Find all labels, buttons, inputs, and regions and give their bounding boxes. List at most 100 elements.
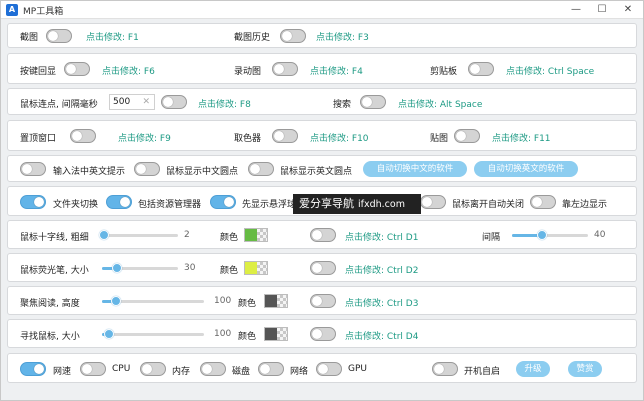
record-toggle[interactable] (272, 62, 298, 76)
search-hotkey[interactable]: 点击修改: Alt Space (398, 97, 482, 110)
record-label: 录动图 (234, 67, 262, 77)
auto-close-toggle[interactable] (420, 195, 446, 209)
folder-switch-toggle[interactable] (20, 195, 46, 209)
history-toggle[interactable] (280, 29, 306, 43)
row-screenshot: 截图 点击修改: F1 截图历史 点击修改: F3 (7, 23, 637, 48)
screenshot-label: 截图 (20, 33, 39, 43)
row-autoclick: 鼠标连点, 间隔毫秒 500 ✕ 点击修改: F8 搜索 点击修改: Alt S… (7, 88, 637, 115)
picker-hotkey[interactable]: 点击修改: F10 (310, 131, 369, 144)
pin-hotkey[interactable]: 点击修改: F9 (118, 131, 171, 144)
focus-height-slider[interactable] (102, 295, 204, 307)
watermark-overlay: 爱分享导航 ifxdh.com (293, 194, 421, 214)
finder-color-label: 颜色 (238, 332, 257, 342)
keyecho-toggle[interactable] (64, 62, 90, 76)
keyecho-hotkey[interactable]: 点击修改: F6 (102, 64, 155, 77)
network-label: 网络 (290, 367, 309, 377)
clear-icon[interactable]: ✕ (142, 95, 150, 109)
finder-toggle[interactable] (310, 327, 336, 341)
memory-toggle[interactable] (140, 362, 166, 376)
pin-toggle[interactable] (70, 129, 96, 143)
highlighter-hotkey[interactable]: 点击修改: Ctrl D2 (345, 263, 418, 276)
autoclick-toggle[interactable] (161, 95, 187, 109)
search-toggle[interactable] (360, 95, 386, 109)
highlighter-color-swatch[interactable] (244, 261, 268, 275)
picker-label: 取色器 (234, 134, 262, 144)
pin-label: 置顶窗口 (20, 134, 57, 144)
gap-label: 间隔 (482, 233, 501, 243)
highlighter-toggle[interactable] (310, 261, 336, 275)
slider-handle[interactable] (112, 263, 123, 273)
paste-hotkey[interactable]: 点击修改: F11 (492, 131, 551, 144)
slider-track (102, 333, 204, 336)
finder-color-swatch[interactable] (264, 327, 288, 341)
history-hotkey[interactable]: 点击修改: F3 (316, 30, 369, 43)
crosshair-color-swatch[interactable] (244, 228, 268, 242)
slider-track (102, 234, 178, 237)
net-speed-toggle[interactable] (20, 362, 46, 376)
ime-toggle[interactable] (20, 162, 46, 176)
slider-handle[interactable] (104, 329, 115, 339)
disk-label: 磁盘 (232, 367, 251, 377)
focus-color-swatch[interactable] (264, 294, 288, 308)
record-hotkey[interactable]: 点击修改: F4 (310, 64, 363, 77)
crosshair-size-value: 2 (184, 230, 190, 240)
row-keyecho: 按键回显 点击修改: F6 录动图 点击修改: F4 剪贴板 点击修改: Ctr… (7, 53, 637, 84)
gap-slider[interactable] (512, 229, 588, 241)
finder-hotkey[interactable]: 点击修改: Ctrl D4 (345, 329, 418, 342)
swatch-color (265, 328, 277, 340)
row-crosshair: 鼠标十字线, 粗细 2 颜色 点击修改: Ctrl D1 间隔 40 (7, 220, 637, 249)
folder-switch-label: 文件夹切换 (53, 200, 99, 210)
row-pin: 置顶窗口 点击修改: F9 取色器 点击修改: F10 贴图 点击修改: F11 (7, 120, 637, 151)
cn-dot-label: 鼠标显示中文圆点 (166, 167, 239, 177)
clipboard-label: 剪贴板 (430, 67, 458, 77)
crosshair-toggle[interactable] (310, 228, 336, 242)
explorer-label: 包括资源管理器 (138, 200, 202, 210)
screenshot-hotkey[interactable]: 点击修改: F1 (86, 30, 139, 43)
slider-handle[interactable] (98, 230, 109, 240)
minimize-button[interactable]: — (563, 1, 589, 19)
crosshair-size-slider[interactable] (98, 229, 178, 241)
autostart-toggle[interactable] (432, 362, 458, 376)
focus-hotkey[interactable]: 点击修改: Ctrl D3 (345, 296, 418, 309)
slider-handle[interactable] (111, 296, 122, 306)
dock-left-toggle[interactable] (530, 195, 556, 209)
autoclick-hotkey[interactable]: 点击修改: F8 (198, 97, 251, 110)
auto-close-label: 鼠标离开自动关闭 (452, 200, 525, 210)
close-button[interactable]: ✕ (615, 1, 641, 19)
interval-value: 500 (113, 97, 131, 107)
network-toggle[interactable] (258, 362, 284, 376)
maximize-button[interactable]: ☐ (589, 1, 615, 19)
screenshot-toggle[interactable] (46, 29, 72, 43)
finder-size-slider[interactable] (102, 328, 204, 340)
auto-cn-apps-button[interactable]: 自动切换中文的软件 (363, 161, 467, 177)
upgrade-button[interactable]: 升级 (516, 361, 550, 377)
picker-toggle[interactable] (272, 129, 298, 143)
row-focus-reading: 聚焦阅读, 高度 100 颜色 点击修改: Ctrl D3 (7, 286, 637, 315)
en-dot-label: 鼠标显示英文圆点 (280, 167, 353, 177)
clipboard-hotkey[interactable]: 点击修改: Ctrl Space (506, 64, 594, 77)
watermark-text: 爱分享导航 (299, 197, 354, 210)
search-label: 搜索 (333, 100, 352, 110)
app-logo-icon: A (6, 4, 18, 16)
donate-button[interactable]: 赞赏 (568, 361, 602, 377)
disk-toggle[interactable] (200, 362, 226, 376)
row-highlighter: 鼠标荧光笔, 大小 30 颜色 点击修改: Ctrl D2 (7, 253, 637, 282)
crosshair-hotkey[interactable]: 点击修改: Ctrl D1 (345, 230, 418, 243)
hover-ball-toggle[interactable] (210, 195, 236, 209)
cn-dot-toggle[interactable] (134, 162, 160, 176)
keyecho-label: 按键回显 (20, 67, 57, 77)
auto-en-apps-button[interactable]: 自动切换英文的软件 (474, 161, 578, 177)
highlighter-size-slider[interactable] (102, 262, 178, 274)
crosshair-color-label: 颜色 (220, 233, 239, 243)
slider-handle[interactable] (537, 230, 548, 240)
interval-input[interactable]: 500 ✕ (109, 94, 155, 110)
highlighter-label: 鼠标荧光笔, 大小 (20, 266, 89, 276)
clipboard-toggle[interactable] (468, 62, 494, 76)
focus-toggle[interactable] (310, 294, 336, 308)
watermark-domain: ifxdh.com (358, 199, 405, 210)
paste-toggle[interactable] (454, 129, 480, 143)
cpu-toggle[interactable] (80, 362, 106, 376)
gpu-toggle[interactable] (316, 362, 342, 376)
en-dot-toggle[interactable] (248, 162, 274, 176)
explorer-toggle[interactable] (106, 195, 132, 209)
